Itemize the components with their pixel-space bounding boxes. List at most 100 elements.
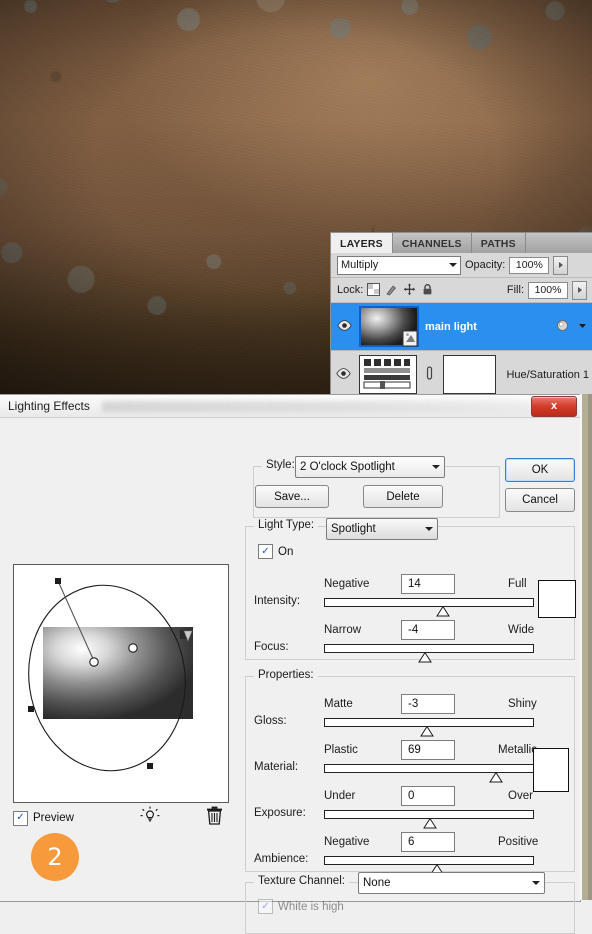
preview-image-area <box>43 627 193 719</box>
ok-button[interactable]: OK <box>505 458 575 482</box>
tab-paths[interactable]: PATHS <box>472 233 526 253</box>
material-value: 69 <box>408 744 421 756</box>
layer-visibility-icon[interactable] <box>335 320 353 334</box>
lock-label: Lock: <box>337 284 363 296</box>
ellipse-handle-bottom <box>147 763 153 769</box>
delete-button[interactable]: Delete <box>363 485 443 508</box>
save-label: Save... <box>274 491 310 503</box>
layer-mask-link-icon[interactable] <box>423 365 437 384</box>
preview-controls-row: ✓ Preview <box>13 808 227 828</box>
step-badge: 2 <box>31 833 79 881</box>
exposure-input[interactable]: 0 <box>401 786 455 806</box>
light-type-select[interactable]: Spotlight <box>326 518 438 540</box>
focus-min-label: Narrow <box>324 624 361 636</box>
preview-svg <box>14 565 228 802</box>
lightbulb-icon[interactable] <box>140 806 160 831</box>
fill-stepper-button[interactable] <box>572 281 587 300</box>
gloss-slider-row: Gloss: Matte Shiny -3 <box>246 697 574 737</box>
blend-mode-select[interactable]: Multiply <box>337 256 461 275</box>
material-color-swatch[interactable] <box>533 748 569 792</box>
opacity-label: Opacity: <box>465 259 505 271</box>
lock-all-icon[interactable] <box>421 283 435 297</box>
texture-channel-select[interactable]: None <box>358 872 545 894</box>
light-on-label: On <box>278 546 293 558</box>
exposure-max-label: Over <box>508 790 533 802</box>
save-button[interactable]: Save... <box>255 485 329 508</box>
cancel-button[interactable]: Cancel <box>505 488 575 512</box>
close-label: x <box>551 400 557 412</box>
gloss-input[interactable]: -3 <box>401 694 455 714</box>
ellipse-handle-left <box>28 706 34 712</box>
lighting-effects-dialog: Lighting Effects x Style: 2 O'clock Spot… <box>0 394 581 902</box>
close-icon[interactable]: x <box>531 396 577 417</box>
white-is-high-checkbox[interactable]: ✓ White is high <box>258 899 344 914</box>
texture-channel-value: None <box>363 877 528 889</box>
layer-mask-thumbnail[interactable] <box>443 355 497 394</box>
gloss-label: Gloss: <box>254 715 287 727</box>
light-on-checkbox[interactable]: ✓ On <box>258 544 293 559</box>
lock-move-icon[interactable] <box>403 283 417 297</box>
material-slider-row: Material: Plastic Metallic 69 <box>246 743 574 783</box>
material-input[interactable]: 69 <box>401 740 455 760</box>
light-color-swatch[interactable] <box>538 580 576 618</box>
dialog-title-bar[interactable]: Lighting Effects x <box>0 395 580 418</box>
fill-input[interactable]: 100% <box>528 282 568 299</box>
lock-transparency-icon[interactable] <box>367 283 381 297</box>
lighting-preview-canvas[interactable] <box>13 564 229 803</box>
material-min-label: Plastic <box>324 744 358 756</box>
light-type-group: Light Type: Spotlight ✓ On Intensity: Ne… <box>245 526 575 660</box>
white-is-high-label: White is high <box>278 901 344 913</box>
gloss-slider-handle[interactable] <box>420 724 434 735</box>
exposure-min-label: Under <box>324 790 355 802</box>
style-select[interactable]: 2 O'clock Spotlight <box>295 456 445 478</box>
opacity-stepper-button[interactable] <box>553 256 568 275</box>
ambience-max-label: Positive <box>498 836 538 848</box>
layer-visibility-icon[interactable] <box>335 368 353 382</box>
smart-object-badge-icon <box>402 330 419 347</box>
exposure-slider-handle[interactable] <box>423 816 437 827</box>
trash-icon[interactable] <box>206 806 223 830</box>
intensity-value: 14 <box>408 578 421 590</box>
texture-channel-label: Texture Channel: <box>254 875 349 887</box>
intensity-slider-handle[interactable] <box>436 604 450 615</box>
light-type-value: Spotlight <box>331 523 421 535</box>
ambience-slider-track[interactable] <box>324 856 534 865</box>
intensity-slider-track[interactable] <box>324 598 534 607</box>
adjustment-layer-thumbnail[interactable] <box>359 355 417 394</box>
tab-strip-filler <box>526 233 592 253</box>
layers-panel: LAYERS CHANNELS PATHS Multiply Opacity: … <box>330 232 592 400</box>
chevron-down-icon <box>425 527 433 531</box>
material-label: Material: <box>254 761 298 773</box>
ambience-min-label: Negative <box>324 836 369 848</box>
intensity-input[interactable]: 14 <box>401 574 455 594</box>
exposure-label: Exposure: <box>254 807 306 819</box>
preview-checkbox[interactable]: ✓ <box>13 811 28 826</box>
checkbox-box: ✓ <box>258 544 273 559</box>
fill-label: Fill: <box>507 284 524 296</box>
layer-expand-chevron-icon[interactable] <box>575 321 589 333</box>
tab-layers[interactable]: LAYERS <box>331 233 393 253</box>
exposure-value: 0 <box>408 790 414 802</box>
light-center-handle <box>90 658 98 666</box>
focus-slider-handle[interactable] <box>418 650 432 661</box>
layer-row-hue-saturation[interactable]: Hue/Saturation 1 <box>331 351 592 399</box>
style-value: 2 O'clock Spotlight <box>300 461 428 473</box>
delete-label: Delete <box>386 491 419 503</box>
focus-value: -4 <box>408 624 418 636</box>
layer-row-main-light[interactable]: main light <box>331 303 592 351</box>
material-slider-handle[interactable] <box>489 770 503 781</box>
preview-label: Preview <box>33 812 74 824</box>
tab-channels[interactable]: CHANNELS <box>393 233 472 253</box>
lock-paint-icon[interactable] <box>385 283 399 297</box>
texture-channel-group: Texture Channel: None ✓ White is high <box>245 882 575 934</box>
dialog-body: Style: 2 O'clock Spotlight Save... Delet… <box>0 418 580 901</box>
intensity-max-label: Full <box>508 578 527 590</box>
focus-label: Focus: <box>254 641 289 653</box>
hue-saturation-icon <box>360 356 414 391</box>
layer-effects-icon[interactable] <box>555 319 569 335</box>
chevron-down-icon <box>532 881 540 885</box>
layer-thumbnail[interactable] <box>359 306 419 347</box>
ambience-input[interactable]: 6 <box>401 832 455 852</box>
focus-input[interactable]: -4 <box>401 620 455 640</box>
opacity-input[interactable]: 100% <box>509 257 549 274</box>
